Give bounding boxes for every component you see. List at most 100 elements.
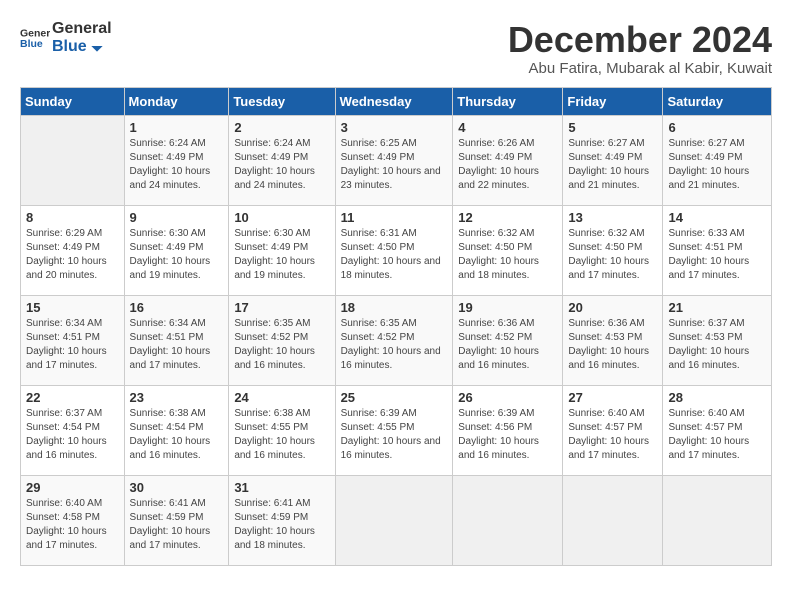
day-info: Sunrise: 6:37 AM Sunset: 4:54 PM Dayligh… <box>26 407 119 463</box>
column-header-friday: Friday <box>563 87 663 115</box>
calendar-cell <box>335 475 453 565</box>
calendar-cell: 14 Sunrise: 6:33 AM Sunset: 4:51 PM Dayl… <box>663 205 772 295</box>
day-info: Sunrise: 6:35 AM Sunset: 4:52 PM Dayligh… <box>234 317 329 373</box>
day-number: 15 <box>26 300 119 315</box>
calendar-cell: 9 Sunrise: 6:30 AM Sunset: 4:49 PM Dayli… <box>124 205 229 295</box>
day-info: Sunrise: 6:35 AM Sunset: 4:52 PM Dayligh… <box>341 317 448 373</box>
day-number: 18 <box>341 300 448 315</box>
day-info: Sunrise: 6:31 AM Sunset: 4:50 PM Dayligh… <box>341 227 448 283</box>
calendar-cell: 24 Sunrise: 6:38 AM Sunset: 4:55 PM Dayl… <box>229 385 335 475</box>
calendar-week-3: 22 Sunrise: 6:37 AM Sunset: 4:54 PM Dayl… <box>21 385 772 475</box>
day-number: 4 <box>458 120 557 135</box>
calendar-cell: 30 Sunrise: 6:41 AM Sunset: 4:59 PM Dayl… <box>124 475 229 565</box>
calendar-cell: 17 Sunrise: 6:35 AM Sunset: 4:52 PM Dayl… <box>229 295 335 385</box>
calendar-cell: 22 Sunrise: 6:37 AM Sunset: 4:54 PM Dayl… <box>21 385 125 475</box>
day-number: 19 <box>458 300 557 315</box>
day-info: Sunrise: 6:33 AM Sunset: 4:51 PM Dayligh… <box>668 227 766 283</box>
svg-text:Blue: Blue <box>20 38 43 50</box>
calendar-week-4: 29 Sunrise: 6:40 AM Sunset: 4:58 PM Dayl… <box>21 475 772 565</box>
day-info: Sunrise: 6:24 AM Sunset: 4:49 PM Dayligh… <box>130 137 224 193</box>
calendar-table: SundayMondayTuesdayWednesdayThursdayFrid… <box>20 87 772 566</box>
column-header-saturday: Saturday <box>663 87 772 115</box>
day-info: Sunrise: 6:34 AM Sunset: 4:51 PM Dayligh… <box>26 317 119 373</box>
day-info: Sunrise: 6:38 AM Sunset: 4:55 PM Dayligh… <box>234 407 329 463</box>
day-number: 28 <box>668 390 766 405</box>
calendar-cell: 2 Sunrise: 6:24 AM Sunset: 4:49 PM Dayli… <box>229 115 335 205</box>
day-info: Sunrise: 6:39 AM Sunset: 4:56 PM Dayligh… <box>458 407 557 463</box>
calendar-cell: 11 Sunrise: 6:31 AM Sunset: 4:50 PM Dayl… <box>335 205 453 295</box>
calendar-subtitle: Abu Fatira, Mubarak al Kabir, Kuwait <box>508 60 772 77</box>
day-number: 25 <box>341 390 448 405</box>
calendar-cell: 10 Sunrise: 6:30 AM Sunset: 4:49 PM Dayl… <box>229 205 335 295</box>
calendar-cell: 15 Sunrise: 6:34 AM Sunset: 4:51 PM Dayl… <box>21 295 125 385</box>
logo: General Blue General Blue <box>20 20 112 55</box>
day-number: 5 <box>568 120 657 135</box>
calendar-cell <box>453 475 563 565</box>
calendar-cell: 18 Sunrise: 6:35 AM Sunset: 4:52 PM Dayl… <box>335 295 453 385</box>
day-number: 23 <box>130 390 224 405</box>
day-info: Sunrise: 6:32 AM Sunset: 4:50 PM Dayligh… <box>568 227 657 283</box>
calendar-cell <box>663 475 772 565</box>
calendar-cell: 28 Sunrise: 6:40 AM Sunset: 4:57 PM Dayl… <box>663 385 772 475</box>
day-number: 20 <box>568 300 657 315</box>
day-info: Sunrise: 6:32 AM Sunset: 4:50 PM Dayligh… <box>458 227 557 283</box>
day-info: Sunrise: 6:36 AM Sunset: 4:52 PM Dayligh… <box>458 317 557 373</box>
calendar-cell <box>563 475 663 565</box>
day-info: Sunrise: 6:30 AM Sunset: 4:49 PM Dayligh… <box>130 227 224 283</box>
day-info: Sunrise: 6:37 AM Sunset: 4:53 PM Dayligh… <box>668 317 766 373</box>
day-number: 21 <box>668 300 766 315</box>
day-number: 30 <box>130 480 224 495</box>
calendar-cell <box>21 115 125 205</box>
calendar-week-1: 8 Sunrise: 6:29 AM Sunset: 4:49 PM Dayli… <box>21 205 772 295</box>
calendar-header-row: SundayMondayTuesdayWednesdayThursdayFrid… <box>21 87 772 115</box>
calendar-cell: 29 Sunrise: 6:40 AM Sunset: 4:58 PM Dayl… <box>21 475 125 565</box>
column-header-wednesday: Wednesday <box>335 87 453 115</box>
column-header-thursday: Thursday <box>453 87 563 115</box>
day-info: Sunrise: 6:27 AM Sunset: 4:49 PM Dayligh… <box>568 137 657 193</box>
column-header-tuesday: Tuesday <box>229 87 335 115</box>
day-number: 12 <box>458 210 557 225</box>
day-info: Sunrise: 6:38 AM Sunset: 4:54 PM Dayligh… <box>130 407 224 463</box>
calendar-body: 1 Sunrise: 6:24 AM Sunset: 4:49 PM Dayli… <box>21 115 772 565</box>
day-number: 29 <box>26 480 119 495</box>
day-info: Sunrise: 6:29 AM Sunset: 4:49 PM Dayligh… <box>26 227 119 283</box>
day-info: Sunrise: 6:34 AM Sunset: 4:51 PM Dayligh… <box>130 317 224 373</box>
header: General Blue General Blue December 2024 … <box>20 20 772 77</box>
day-number: 9 <box>130 210 224 225</box>
day-number: 6 <box>668 120 766 135</box>
calendar-title: December 2024 <box>508 20 772 60</box>
calendar-cell: 25 Sunrise: 6:39 AM Sunset: 4:55 PM Dayl… <box>335 385 453 475</box>
day-number: 27 <box>568 390 657 405</box>
day-number: 10 <box>234 210 329 225</box>
day-number: 1 <box>130 120 224 135</box>
calendar-cell: 21 Sunrise: 6:37 AM Sunset: 4:53 PM Dayl… <box>663 295 772 385</box>
calendar-cell: 1 Sunrise: 6:24 AM Sunset: 4:49 PM Dayli… <box>124 115 229 205</box>
calendar-week-0: 1 Sunrise: 6:24 AM Sunset: 4:49 PM Dayli… <box>21 115 772 205</box>
calendar-cell: 8 Sunrise: 6:29 AM Sunset: 4:49 PM Dayli… <box>21 205 125 295</box>
day-number: 31 <box>234 480 329 495</box>
day-info: Sunrise: 6:40 AM Sunset: 4:58 PM Dayligh… <box>26 497 119 553</box>
calendar-cell: 6 Sunrise: 6:27 AM Sunset: 4:49 PM Dayli… <box>663 115 772 205</box>
day-info: Sunrise: 6:41 AM Sunset: 4:59 PM Dayligh… <box>130 497 224 553</box>
day-info: Sunrise: 6:36 AM Sunset: 4:53 PM Dayligh… <box>568 317 657 373</box>
day-info: Sunrise: 6:39 AM Sunset: 4:55 PM Dayligh… <box>341 407 448 463</box>
day-number: 17 <box>234 300 329 315</box>
day-info: Sunrise: 6:41 AM Sunset: 4:59 PM Dayligh… <box>234 497 329 553</box>
day-info: Sunrise: 6:26 AM Sunset: 4:49 PM Dayligh… <box>458 137 557 193</box>
day-number: 26 <box>458 390 557 405</box>
calendar-cell: 13 Sunrise: 6:32 AM Sunset: 4:50 PM Dayl… <box>563 205 663 295</box>
calendar-cell: 3 Sunrise: 6:25 AM Sunset: 4:49 PM Dayli… <box>335 115 453 205</box>
logo-icon: General Blue <box>20 23 50 53</box>
calendar-cell: 26 Sunrise: 6:39 AM Sunset: 4:56 PM Dayl… <box>453 385 563 475</box>
day-number: 24 <box>234 390 329 405</box>
calendar-cell: 23 Sunrise: 6:38 AM Sunset: 4:54 PM Dayl… <box>124 385 229 475</box>
day-number: 11 <box>341 210 448 225</box>
day-info: Sunrise: 6:40 AM Sunset: 4:57 PM Dayligh… <box>668 407 766 463</box>
calendar-week-2: 15 Sunrise: 6:34 AM Sunset: 4:51 PM Dayl… <box>21 295 772 385</box>
calendar-cell: 27 Sunrise: 6:40 AM Sunset: 4:57 PM Dayl… <box>563 385 663 475</box>
title-section: December 2024 Abu Fatira, Mubarak al Kab… <box>508 20 772 77</box>
day-info: Sunrise: 6:40 AM Sunset: 4:57 PM Dayligh… <box>568 407 657 463</box>
day-info: Sunrise: 6:27 AM Sunset: 4:49 PM Dayligh… <box>668 137 766 193</box>
day-info: Sunrise: 6:25 AM Sunset: 4:49 PM Dayligh… <box>341 137 448 193</box>
calendar-cell: 4 Sunrise: 6:26 AM Sunset: 4:49 PM Dayli… <box>453 115 563 205</box>
